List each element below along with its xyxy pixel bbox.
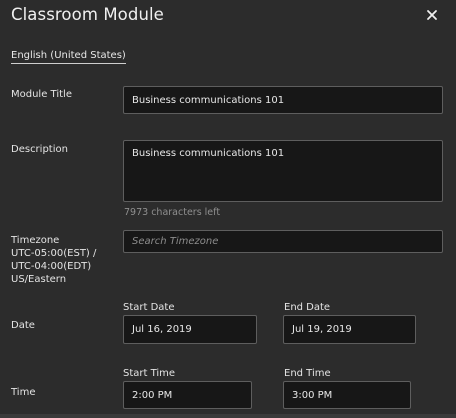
end-date-value: Jul 19, 2019 bbox=[292, 324, 352, 335]
timezone-label-line: US/Eastern bbox=[11, 274, 67, 285]
description-value: Business communications 101 bbox=[132, 148, 285, 159]
start-date-label: Start Date bbox=[123, 302, 175, 313]
start-date-value: Jul 16, 2019 bbox=[132, 324, 192, 335]
module-title-value: Business communications 101 bbox=[132, 94, 285, 106]
timezone-search-placeholder: Search Timezone bbox=[132, 236, 219, 247]
end-time-input[interactable]: 3:00 PM bbox=[283, 381, 411, 409]
timezone-label-line: UTC-05:00(EST) / bbox=[11, 248, 97, 259]
timezone-label-line: UTC-04:00(EDT) bbox=[11, 261, 92, 272]
language-selector[interactable]: English (United States) bbox=[11, 50, 126, 64]
start-time-input[interactable]: 2:00 PM bbox=[123, 381, 252, 409]
end-date-input[interactable]: Jul 19, 2019 bbox=[283, 315, 416, 344]
date-label: Date bbox=[11, 320, 35, 331]
time-label: Time bbox=[11, 387, 36, 398]
module-title-input[interactable]: Business communications 101 bbox=[123, 86, 443, 114]
start-date-input[interactable]: Jul 16, 2019 bbox=[123, 315, 257, 344]
description-textarea[interactable]: Business communications 101 bbox=[123, 140, 443, 202]
end-time-label: End Time bbox=[284, 368, 331, 379]
timezone-label: Timezone UTC-05:00(EST) / UTC-04:00(EDT)… bbox=[11, 234, 96, 286]
start-time-value: 2:00 PM bbox=[132, 389, 173, 401]
characters-left-hint: 7973 characters left bbox=[124, 207, 221, 218]
timezone-search-input[interactable]: Search Timezone bbox=[123, 230, 443, 253]
description-label: Description bbox=[11, 144, 68, 155]
close-icon[interactable] bbox=[423, 6, 441, 24]
start-time-label: Start Time bbox=[123, 368, 176, 379]
timezone-label-line: Timezone bbox=[11, 235, 60, 246]
end-date-label: End Date bbox=[284, 302, 331, 313]
bottom-divider bbox=[0, 414, 456, 418]
dialog-title: Classroom Module bbox=[11, 5, 164, 24]
module-title-label: Module Title bbox=[11, 89, 72, 100]
end-time-value: 3:00 PM bbox=[292, 389, 333, 401]
